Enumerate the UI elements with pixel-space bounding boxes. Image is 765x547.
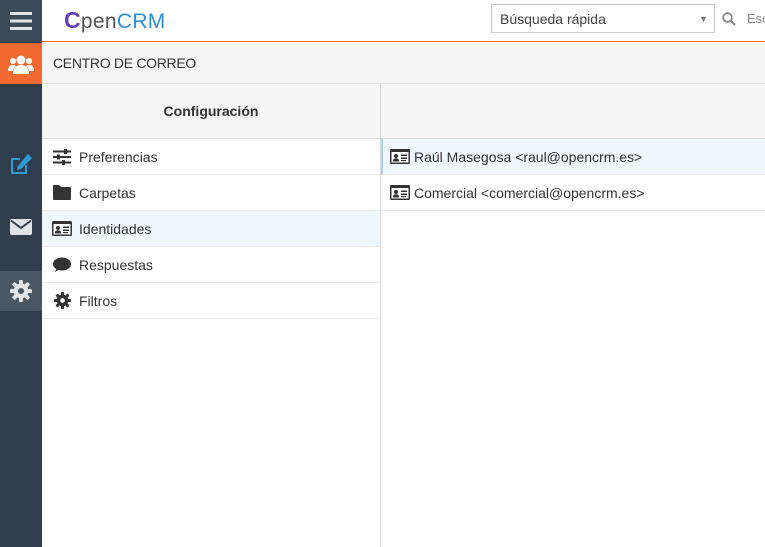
config-item-filtros[interactable]: Filtros bbox=[42, 283, 380, 319]
id-card-icon bbox=[52, 220, 72, 238]
users-icon bbox=[8, 55, 34, 74]
hamburger-icon bbox=[10, 12, 32, 30]
mail-button[interactable] bbox=[0, 207, 42, 247]
config-title: Configuración bbox=[42, 84, 380, 139]
id-card-icon bbox=[390, 185, 410, 201]
config-panel: Configuración Preferencias Carpetas Iden… bbox=[42, 84, 381, 547]
search-icon bbox=[722, 11, 736, 26]
opencrm-logo[interactable]: CpenCRM bbox=[64, 7, 166, 34]
quick-search-selected: Búsqueda rápida bbox=[500, 11, 606, 27]
hamburger-menu-button[interactable] bbox=[0, 0, 42, 42]
search-input[interactable]: Esc bbox=[743, 4, 765, 33]
config-item-carpetas[interactable]: Carpetas bbox=[42, 175, 380, 211]
sliders-icon bbox=[52, 148, 72, 166]
gear-icon bbox=[52, 292, 72, 310]
logo-crm: CRM bbox=[116, 10, 166, 33]
envelope-icon bbox=[10, 219, 32, 235]
comment-icon bbox=[52, 256, 72, 274]
identity-label: Raúl Masegosa <raul@opencrm.es> bbox=[414, 148, 643, 165]
compose-button[interactable] bbox=[0, 144, 42, 184]
gear-icon bbox=[10, 280, 32, 302]
config-item-label: Identidades bbox=[79, 220, 152, 237]
compose-icon bbox=[11, 154, 32, 174]
config-item-preferencias[interactable]: Preferencias bbox=[42, 139, 380, 175]
identities-panel: Raúl Masegosa <raul@opencrm.es> Comercia… bbox=[381, 84, 765, 547]
identities-header bbox=[381, 84, 765, 139]
config-item-label: Carpetas bbox=[79, 184, 136, 201]
logo-letter-c: C bbox=[64, 7, 81, 33]
folder-icon bbox=[52, 184, 72, 202]
top-bar: CpenCRM Búsqueda rápida ▼ Esc bbox=[42, 0, 765, 42]
identity-label: Comercial <comercial@opencrm.es> bbox=[414, 184, 645, 201]
config-item-label: Preferencias bbox=[79, 148, 158, 165]
page-title: CENTRO DE CORREO bbox=[53, 55, 196, 71]
section-header: CENTRO DE CORREO bbox=[42, 43, 765, 84]
app-sidebar bbox=[0, 0, 42, 547]
contacts-button[interactable] bbox=[0, 43, 42, 84]
identity-row[interactable]: Comercial <comercial@opencrm.es> bbox=[381, 175, 765, 211]
config-item-label: Filtros bbox=[79, 292, 118, 309]
quick-search-select[interactable]: Búsqueda rápida ▼ bbox=[491, 4, 715, 33]
settings-button[interactable] bbox=[0, 271, 42, 311]
search-button[interactable] bbox=[715, 4, 743, 33]
logo-pen: pen bbox=[80, 10, 117, 33]
config-item-identidades[interactable]: Identidades bbox=[42, 211, 380, 247]
config-item-respuestas[interactable]: Respuestas bbox=[42, 247, 380, 283]
id-card-icon bbox=[390, 149, 410, 165]
chevron-down-icon: ▼ bbox=[699, 14, 708, 24]
config-item-label: Respuestas bbox=[79, 256, 153, 273]
identity-row[interactable]: Raúl Masegosa <raul@opencrm.es> bbox=[381, 139, 765, 175]
